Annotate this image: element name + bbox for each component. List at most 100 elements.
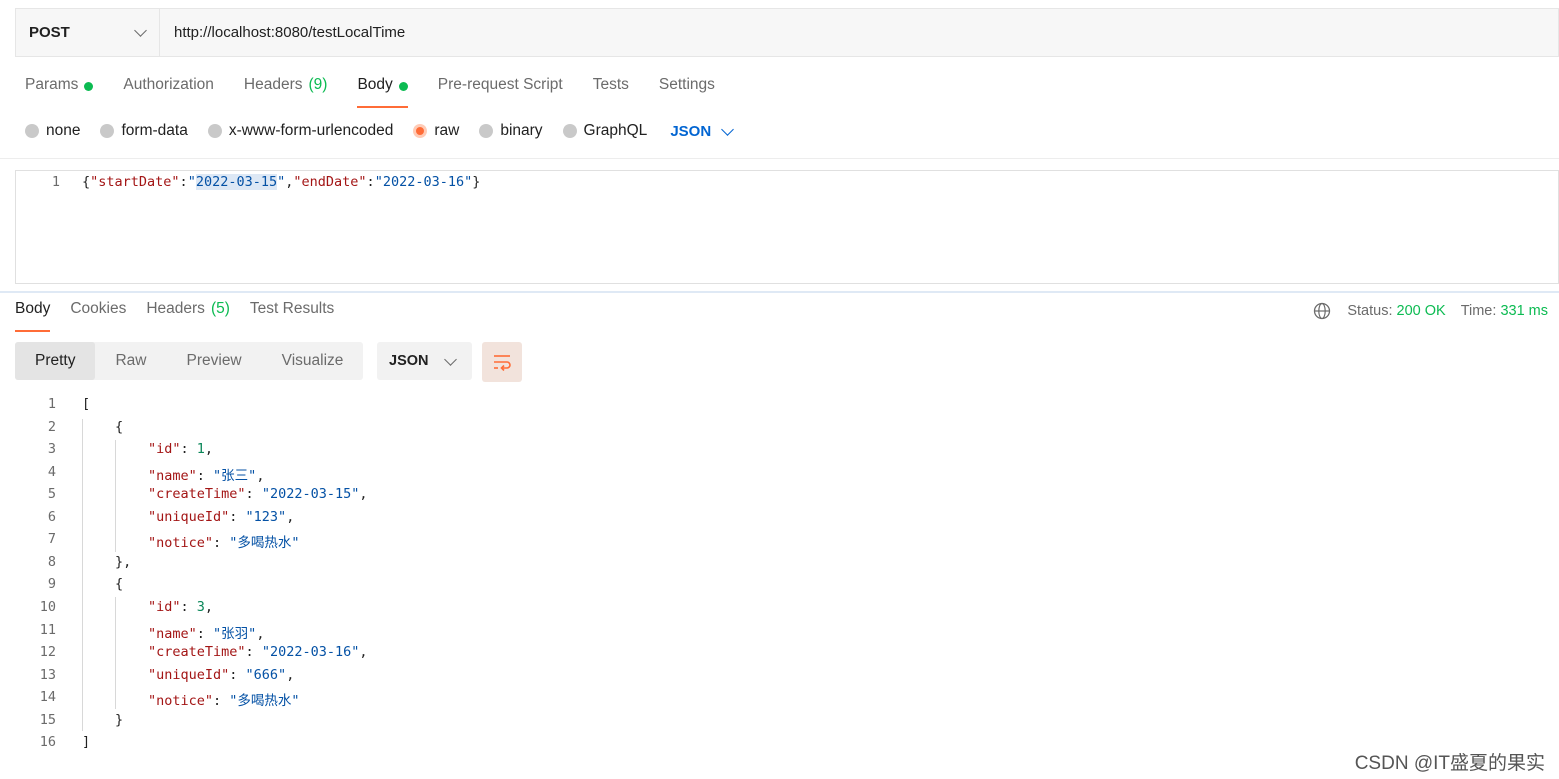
wrap-lines-icon (494, 355, 511, 371)
code-line: "id": 1, (148, 441, 214, 458)
tab-authorization[interactable]: Authorization (123, 76, 213, 108)
code-line: { (115, 576, 123, 592)
tab-pre-request-script[interactable]: Pre-request Script (438, 76, 563, 108)
tab-body[interactable]: Body (357, 76, 409, 108)
format-select[interactable]: JSON (377, 342, 472, 380)
json-value: "多喝热水" (229, 535, 300, 552)
json-value: "张三" (213, 467, 257, 484)
json-key: "notice" (148, 535, 214, 552)
view-preview-button[interactable]: Preview (167, 342, 262, 380)
view-mode-group: Pretty Raw Preview Visualize (15, 342, 364, 380)
line-number: 11 (39, 621, 56, 638)
time-value[interactable]: 331 ms (1500, 303, 1548, 319)
line-number: 5 (47, 486, 56, 503)
radio-label: raw (434, 122, 460, 139)
tab-headers[interactable]: Headers (9) (244, 76, 328, 108)
tab-label: Headers (243, 76, 303, 93)
response-tab-test-results[interactable]: Test Results (250, 300, 334, 332)
radio-graphql[interactable]: GraphQL (562, 122, 648, 140)
code-line: "uniqueId": "123", (148, 508, 295, 525)
radio-circle-icon (100, 124, 115, 138)
line-number: 13 (39, 666, 56, 683)
radio-circle-icon (479, 124, 494, 138)
globe-icon[interactable] (1313, 302, 1331, 320)
code-line: }, (115, 554, 131, 570)
code-line: "notice": "多喝热水" (148, 535, 300, 552)
radio-circle-icon (413, 124, 428, 138)
pane-divider[interactable] (0, 291, 1559, 293)
tab-params[interactable]: Params (25, 76, 94, 108)
response-tab-headers[interactable]: Headers (5) (146, 300, 230, 332)
radio-circle-icon (25, 124, 39, 138)
code-line: "uniqueId": "666", (148, 666, 295, 683)
method-label: POST (29, 24, 70, 41)
json-key: "createTime" (148, 486, 246, 503)
method-select[interactable]: POST (16, 9, 160, 56)
indent-guide (82, 419, 83, 731)
response-status: Status: 200 OK Time: 331 ms (1313, 302, 1548, 320)
view-visualize-button[interactable]: Visualize (262, 342, 364, 380)
line-number: 8 (47, 553, 56, 570)
status-dot-icon (398, 82, 408, 91)
json-key: "uniqueId" (148, 666, 230, 683)
line-number: 7 (47, 531, 56, 548)
code-line: "name": "张羽", (148, 625, 265, 642)
status-label: Status: (1347, 303, 1393, 319)
line-number: 1 (51, 174, 60, 190)
format-label: JSON (389, 353, 429, 369)
code-line: { (115, 419, 123, 435)
json-key: "notice" (148, 693, 214, 710)
radio-raw[interactable]: raw (413, 122, 459, 140)
tab-label: Cookies (70, 300, 127, 317)
status-value: 200 OK (1396, 303, 1446, 319)
code-line: } (115, 712, 123, 728)
tab-settings[interactable]: Settings (659, 76, 715, 108)
json-key: "name" (148, 467, 197, 484)
language-label: JSON (670, 122, 712, 140)
tab-label: Authorization (123, 76, 214, 93)
radio-form-data[interactable]: form-data (100, 122, 188, 140)
code-punct: } (115, 711, 124, 728)
response-tab-cookies[interactable]: Cookies (70, 300, 126, 332)
line-number: 9 (47, 576, 56, 593)
code-line: "id": 3, (148, 598, 214, 615)
request-body-editor[interactable]: 1 {"startDate":"2022-03-15","endDate":"2… (15, 170, 1559, 284)
radio-label: binary (500, 122, 543, 139)
status-dot-icon (84, 82, 94, 91)
url-input[interactable]: http://localhost:8080/testLocalTime (160, 24, 405, 41)
tab-label: Pre-request Script (437, 76, 563, 93)
json-value: "张羽" (213, 625, 257, 642)
json-key: "id" (148, 598, 181, 615)
line-number: 12 (39, 644, 56, 661)
json-key: "uniqueId" (148, 508, 230, 525)
radio-label: GraphQL (583, 122, 648, 139)
code-punct: ] (82, 734, 91, 751)
code-punct: { (115, 418, 124, 435)
json-value: "2022-03-16" (261, 644, 360, 661)
response-tab-body[interactable]: Body (15, 300, 51, 332)
code-line: "createTime": "2022-03-15", (148, 486, 368, 503)
request-body-text[interactable]: {"startDate":"2022-03-15","endDate":"202… (82, 174, 480, 190)
json-value: 3 (196, 598, 205, 615)
language-select[interactable]: JSON (670, 122, 735, 140)
line-number: 16 (39, 734, 56, 751)
wrap-lines-button[interactable] (482, 342, 522, 382)
json-value: "多喝热水" (229, 693, 300, 710)
indent-guide (115, 440, 116, 552)
view-raw-button[interactable]: Raw (95, 342, 166, 380)
radio-binary[interactable]: binary (479, 122, 543, 140)
json-key: "id" (148, 441, 181, 458)
tab-label: Tests (592, 76, 629, 93)
radio-x-www-form-urlencoded[interactable]: x-www-form-urlencoded (207, 122, 393, 140)
json-value: "123" (245, 508, 287, 525)
line-number: 14 (39, 689, 56, 706)
json-value: "2022-03-15" (261, 486, 360, 503)
radio-none[interactable]: none (25, 122, 80, 140)
view-pretty-button[interactable]: Pretty (15, 342, 96, 380)
tab-tests[interactable]: Tests (593, 76, 629, 108)
code-line: "notice": "多喝热水" (148, 693, 300, 710)
url-bar: POST http://localhost:8080/testLocalTime (15, 8, 1559, 57)
code-line: ] (82, 734, 90, 750)
json-key: "name" (148, 625, 197, 642)
code-line: "name": "张三", (148, 467, 265, 484)
